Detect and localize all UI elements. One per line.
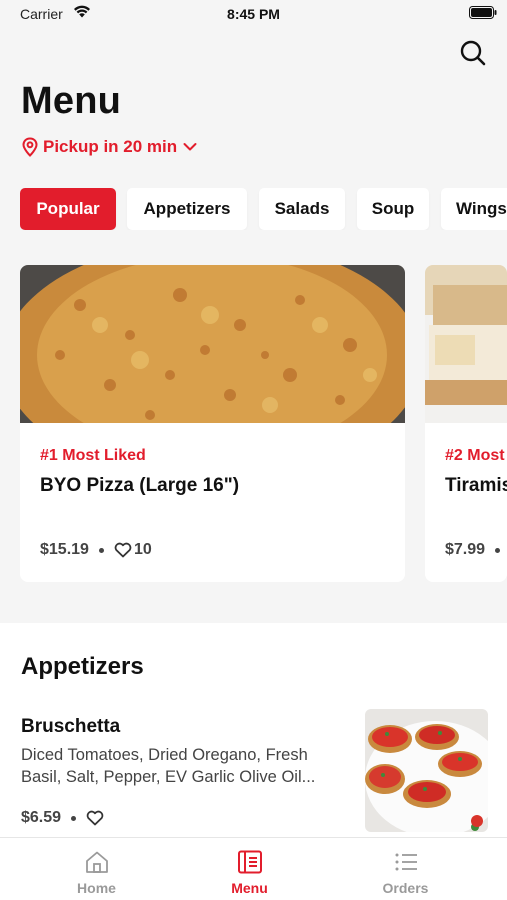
card-price: $15.19: [40, 541, 89, 558]
tab-label: Orders: [382, 880, 429, 896]
card-meta: $15.19 10: [40, 541, 152, 559]
search-icon: [460, 40, 486, 66]
category-tab-label: Soup: [371, 199, 415, 218]
pickup-selector[interactable]: Pickup in 20 min: [21, 136, 197, 158]
card-item-name: BYO Pizza (Large 16"): [40, 475, 240, 496]
heart-icon[interactable]: [114, 542, 132, 558]
item-price: $6.59: [21, 809, 62, 826]
featured-card[interactable]: #2 Most Liked Tiramisu $7.99: [425, 265, 507, 582]
card-meta: $7.99: [445, 541, 507, 559]
separator-dot: [71, 815, 77, 821]
card-rank-label: #2 Most Liked: [445, 447, 507, 464]
bottom-tab-bar: Home Menu Orders: [0, 837, 507, 900]
category-tab-label: Wings: [456, 199, 507, 218]
category-tab-wings[interactable]: Wings: [441, 188, 507, 230]
tab-label: Menu: [231, 880, 268, 896]
tab-home[interactable]: Home: [12, 838, 181, 900]
category-tab-salads[interactable]: Salads: [259, 188, 345, 230]
category-tab-label: Salads: [274, 199, 330, 218]
list-icon: [395, 853, 417, 871]
appetizers-section: Appetizers Bruschetta Diced Tomatoes, Dr…: [0, 623, 507, 838]
category-tab-label: Appetizers: [143, 199, 231, 218]
tab-label: Home: [77, 880, 116, 896]
chevron-down-icon: [183, 143, 197, 151]
menu-icon: [237, 850, 262, 874]
item-meta: $6.59: [21, 809, 106, 827]
battery-icon: [469, 6, 497, 19]
category-tabs: Popular Appetizers Salads Soup Wings: [20, 188, 507, 230]
card-likes: 10: [133, 541, 152, 558]
clock-label: 8:45 PM: [227, 6, 280, 22]
home-icon: [85, 851, 108, 873]
card-rank-label: #1 Most Liked: [40, 447, 146, 464]
section-title: Appetizers: [21, 653, 144, 680]
card-price: $7.99: [445, 541, 486, 558]
heart-icon[interactable]: [86, 810, 104, 826]
tab-orders[interactable]: Orders: [321, 838, 490, 900]
separator-dot: [495, 547, 501, 553]
category-tab-label: Popular: [36, 199, 100, 218]
pizza-image: [20, 265, 405, 423]
featured-card[interactable]: #1 Most Liked BYO Pizza (Large 16") $15.…: [20, 265, 405, 582]
tab-menu[interactable]: Menu: [165, 838, 334, 900]
pickup-label: Pickup in 20 min: [43, 137, 178, 156]
category-tab-popular[interactable]: Popular: [20, 188, 116, 230]
status-bar: Carrier 8:45 PM: [0, 0, 507, 30]
item-description: Diced Tomatoes, Dried Oregano, Fresh Bas…: [21, 746, 316, 786]
card-item-name: Tiramisu: [445, 475, 507, 496]
bruschetta-image: [365, 709, 488, 832]
category-tab-appetizers[interactable]: Appetizers: [127, 188, 247, 230]
tiramisu-image: [425, 265, 507, 423]
category-tab-soup[interactable]: Soup: [357, 188, 429, 230]
separator-dot: [98, 547, 104, 553]
search-button[interactable]: [458, 38, 488, 68]
item-name: Bruschetta: [21, 716, 121, 737]
location-pin-icon: [22, 137, 38, 157]
page-title: Menu: [21, 80, 122, 122]
